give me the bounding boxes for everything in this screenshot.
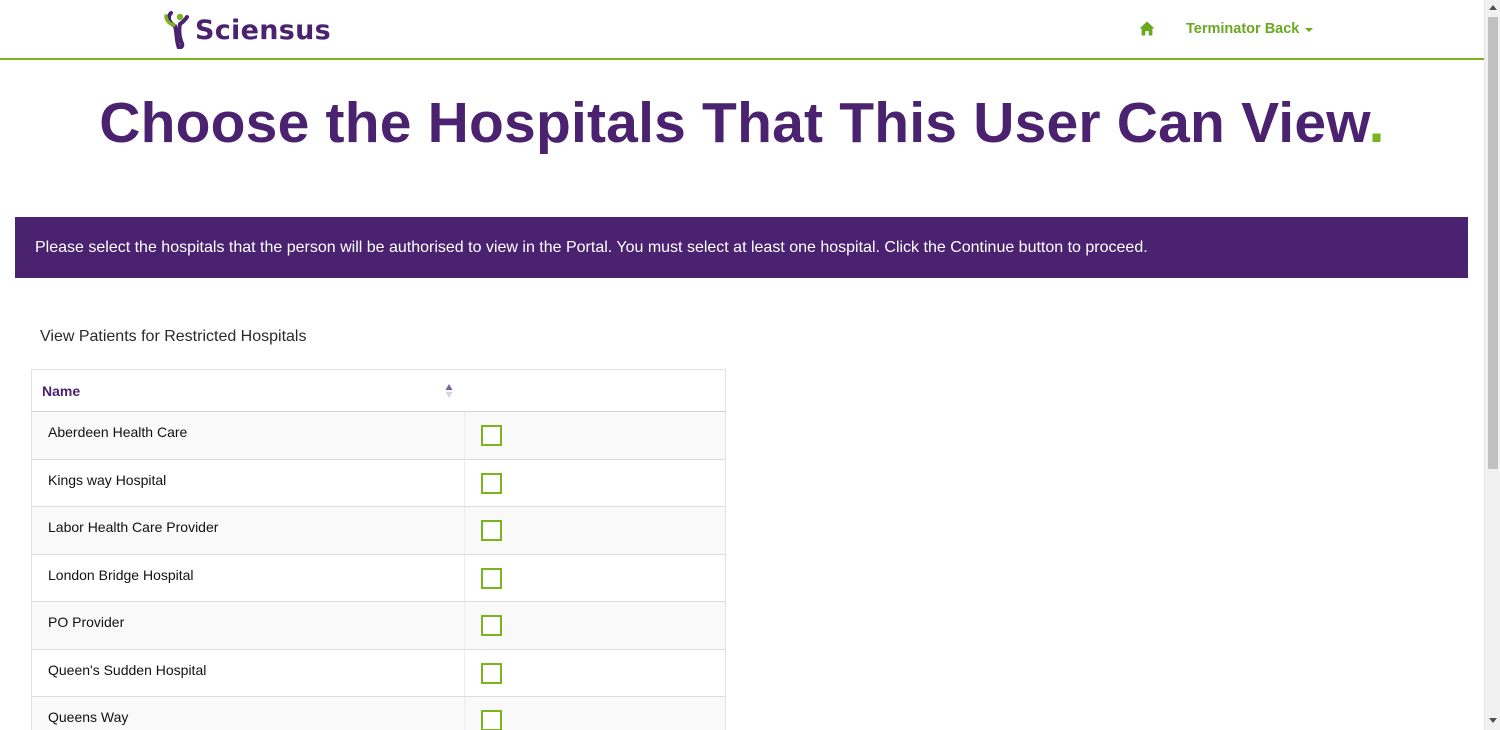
hospitals-table: Name Aberdeen Health Care Kings way Hospi… [31,369,726,730]
table-body: Aberdeen Health Care Kings way Hospital La… [31,411,726,730]
table-row: Kings way Hospital [31,459,726,507]
hospital-name-cell: Queen's Sudden Hospital [31,649,465,697]
hospital-name-cell: Queens Way [31,696,465,730]
hospital-checkbox[interactable] [481,425,502,446]
hospital-name-cell: Kings way Hospital [31,459,465,507]
select-column-header [464,369,726,412]
user-menu-label: Terminator Back [1186,21,1300,37]
hospital-select-cell [464,649,726,697]
vertical-scrollbar[interactable] [1484,0,1500,730]
hospital-select-cell [464,601,726,650]
hospital-select-cell [464,411,726,460]
hospital-select-cell [464,459,726,507]
instructions-text: Please select the hospitals that the per… [35,238,1148,256]
hospital-checkbox[interactable] [481,520,502,541]
table-row: London Bridge Hospital [31,554,726,602]
caret-down-icon [1305,28,1314,32]
hospital-checkbox[interactable] [481,472,502,494]
table-header-row: Name [31,369,726,412]
name-column-header[interactable]: Name [31,369,465,412]
scroll-down-arrow-icon[interactable] [1489,718,1497,723]
scroll-up-arrow-icon[interactable] [1489,5,1497,10]
name-column-label: Name [42,382,81,399]
section-label: View Patients for Restricted Hospitals [40,328,307,345]
logo-text: Sciensus [195,14,332,46]
hospital-checkbox[interactable] [481,567,502,589]
hospital-select-cell [464,554,726,602]
table-row: Queens Way [31,696,726,730]
sciensus-logo-mark-icon [163,11,193,51]
hospital-select-cell [464,696,726,730]
table-row: Queen's Sudden Hospital [31,649,726,697]
scrollbar-thumb[interactable] [1488,17,1498,469]
table-row: PO Provider [31,601,726,650]
hospital-checkbox[interactable] [481,710,502,730]
home-button[interactable] [1138,20,1156,38]
hospital-name-cell: Labor Health Care Provider [31,506,465,555]
user-menu-dropdown[interactable]: Terminator Back [1186,21,1314,37]
instructions-banner: Please select the hospitals that the per… [15,217,1468,278]
hospital-name-cell: Aberdeen Health Care [31,411,465,460]
table-row: Aberdeen Health Care [31,411,726,460]
hospital-checkbox[interactable] [481,615,502,636]
page: Sciensus Terminator Back Choose the Hosp… [0,0,1484,730]
page-title-text: Choose the Hospitals That This User Can … [99,91,1369,155]
page-title: Choose the Hospitals That This User Can … [0,90,1484,156]
top-navbar: Sciensus Terminator Back [0,0,1484,60]
home-icon [1139,21,1155,36]
table-row: Labor Health Care Provider [31,506,726,555]
hospital-name-cell: London Bridge Hospital [31,554,465,602]
sort-asc-icon[interactable] [445,383,453,399]
title-accent-dot: . [1368,91,1385,155]
hospital-name-cell: PO Provider [31,601,465,650]
sciensus-logo[interactable]: Sciensus [163,10,331,51]
hospital-checkbox[interactable] [481,662,502,684]
hospital-select-cell [464,506,726,555]
